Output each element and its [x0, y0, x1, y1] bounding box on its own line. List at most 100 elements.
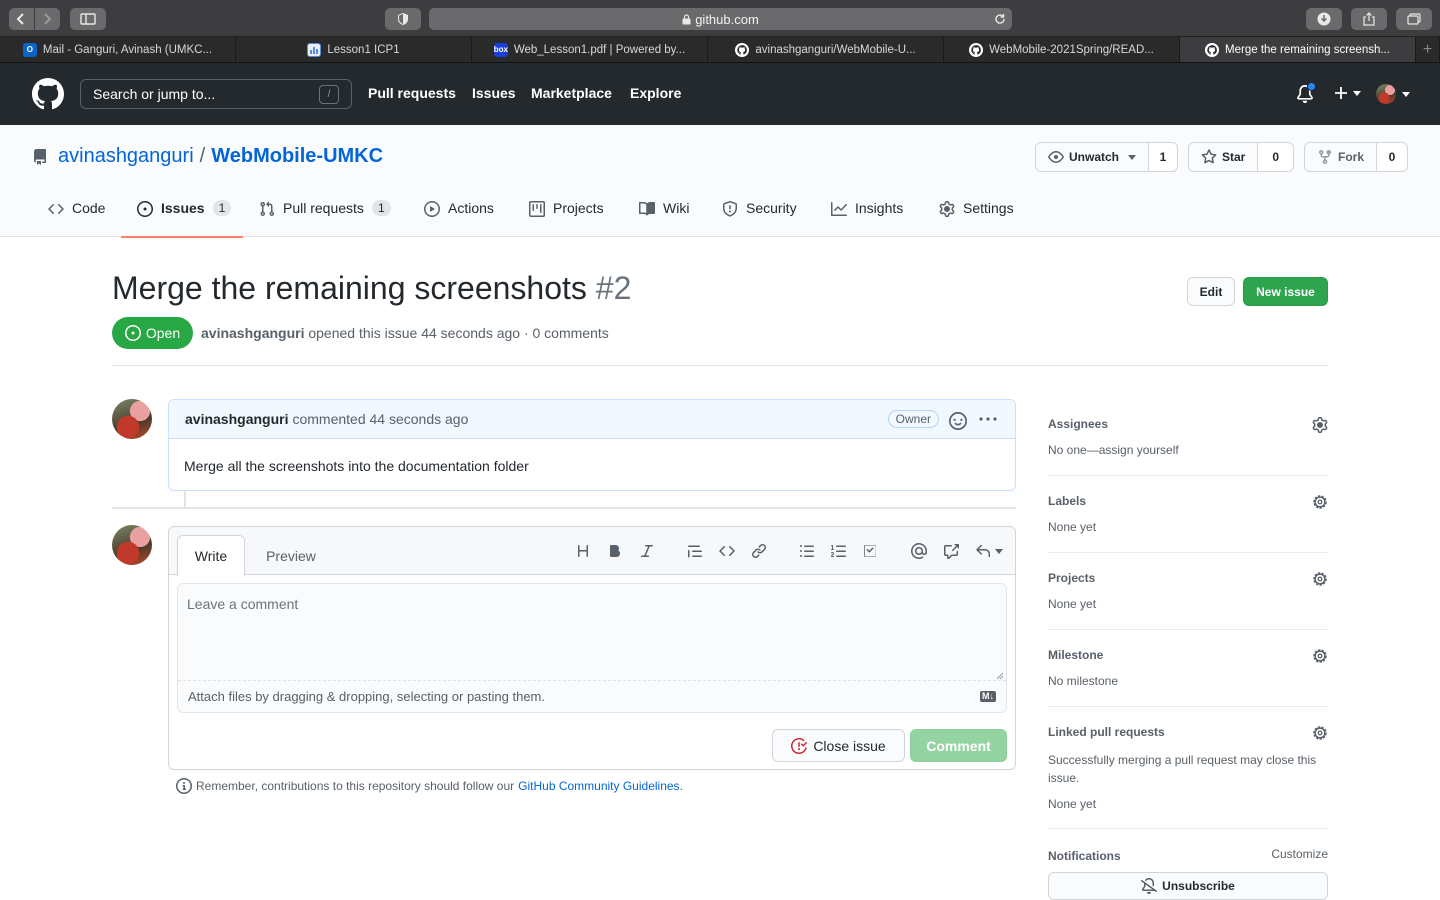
markdown-icon[interactable]: M↓ — [980, 691, 996, 702]
tab-label: Issues — [161, 200, 205, 216]
github-logo-icon[interactable] — [32, 78, 64, 110]
forward-button[interactable] — [34, 8, 60, 30]
unsubscribe-button[interactable]: Unsubscribe — [1048, 872, 1328, 900]
bold-icon — [610, 545, 621, 557]
reload-icon[interactable] — [994, 13, 1006, 25]
browser-tab-lesson1[interactable]: Lesson1 ICP1 — [236, 37, 472, 62]
mention-button[interactable] — [909, 541, 929, 561]
downloads-button[interactable] — [1306, 8, 1342, 30]
divider — [112, 365, 1328, 366]
sidebar-milestone: Milestone No milestone — [1048, 648, 1328, 707]
saved-replies-button[interactable] — [975, 541, 1003, 561]
gear-icon[interactable] — [1312, 571, 1328, 587]
sidebar-heading[interactable]: Assignees — [1048, 417, 1108, 431]
tab-write[interactable]: Write — [177, 535, 245, 576]
resize-handle-icon[interactable] — [996, 672, 1004, 680]
share-button[interactable] — [1351, 8, 1387, 30]
tab-code[interactable]: Code — [48, 200, 105, 238]
tasklist-icon — [864, 545, 876, 557]
numbered-list-button[interactable] — [829, 541, 849, 561]
nav-marketplace[interactable]: Marketplace — [531, 85, 612, 101]
bold-button[interactable] — [605, 541, 625, 561]
notifications-button[interactable] — [1296, 82, 1316, 103]
comment-time[interactable]: commented 44 seconds ago — [292, 411, 468, 427]
star-icon — [1201, 149, 1217, 164]
browser-tab-repo[interactable]: avinashganguri/WebMobile-U... — [708, 37, 944, 62]
sidebar-toggle-button[interactable] — [70, 8, 106, 30]
back-button[interactable] — [8, 8, 34, 30]
avatar[interactable] — [112, 399, 152, 439]
chevron-right-icon — [44, 13, 52, 25]
browser-tab-readme[interactable]: WebMobile-2021Spring/READ... — [944, 37, 1180, 62]
sidebar-heading[interactable]: Projects — [1048, 571, 1095, 585]
comment-textarea[interactable]: Leave a comment Attach files by dragging… — [177, 583, 1007, 713]
privacy-report-button[interactable] — [385, 8, 421, 30]
browser-tab-issue[interactable]: Merge the remaining screensh... — [1180, 37, 1416, 62]
tab-pull-requests[interactable]: Pull requests 1 — [259, 200, 391, 238]
create-new-menu[interactable] — [1333, 85, 1361, 101]
tab-wiki[interactable]: Wiki — [639, 200, 689, 238]
forks-count[interactable]: 0 — [1377, 143, 1407, 171]
author-link[interactable]: avinashganguri — [201, 325, 304, 341]
gear-icon[interactable] — [1312, 494, 1328, 510]
user-menu[interactable] — [1376, 84, 1410, 104]
fork-button[interactable]: Fork — [1305, 143, 1378, 171]
bulleted-list-button[interactable] — [797, 541, 817, 561]
smiley-icon[interactable] — [949, 412, 967, 430]
gear-icon[interactable] — [1312, 725, 1328, 741]
new-issue-button[interactable]: New issue — [1243, 277, 1328, 306]
watchers-count[interactable]: 1 — [1149, 143, 1177, 171]
repo-owner-link[interactable]: avinashganguri — [58, 145, 194, 168]
nav-issues[interactable]: Issues — [472, 85, 516, 101]
attach-files-area[interactable]: Attach files by dragging & dropping, sel… — [178, 680, 1006, 712]
breadcrumb-separator: / — [199, 145, 206, 167]
gear-icon[interactable] — [1312, 417, 1328, 433]
repo-name-link[interactable]: WebMobile-UMKC — [211, 145, 383, 168]
star-button[interactable]: Star — [1189, 143, 1259, 171]
kebab-horizontal-icon[interactable] — [979, 417, 997, 421]
tab-projects[interactable]: Projects — [529, 200, 604, 238]
close-issue-label: Close issue — [813, 737, 886, 754]
chart-icon — [307, 42, 322, 57]
comment-button[interactable]: Comment — [910, 729, 1007, 762]
community-guidelines-link[interactable]: GitHub Community Guidelines — [518, 779, 679, 793]
italic-button[interactable] — [637, 541, 657, 561]
tab-actions[interactable]: Actions — [424, 200, 494, 238]
tab-insights[interactable]: Insights — [831, 200, 903, 238]
customize-link[interactable]: Customize — [1271, 847, 1328, 861]
quote-button[interactable] — [685, 541, 705, 561]
tab-settings[interactable]: Settings — [939, 200, 1014, 238]
tab-security[interactable]: Security — [722, 200, 797, 238]
stars-count[interactable]: 0 — [1258, 143, 1293, 171]
nav-explore[interactable]: Explore — [630, 85, 681, 101]
tab-issues[interactable]: Issues 1 — [121, 200, 243, 238]
browser-tab-pdf[interactable]: box Web_Lesson1.pdf | Powered by... — [472, 37, 708, 62]
comment-author[interactable]: avinashganguri — [185, 411, 288, 427]
sidebar-heading[interactable]: Milestone — [1048, 648, 1103, 662]
tab-preview[interactable]: Preview — [253, 535, 329, 576]
assign-yourself-link[interactable]: No one—assign yourself — [1048, 443, 1179, 457]
code-button[interactable] — [717, 541, 737, 561]
sidebar-heading[interactable]: Linked pull requests — [1048, 725, 1165, 739]
tab-overview-button[interactable] — [1396, 8, 1432, 30]
new-tab-button[interactable]: + — [1416, 37, 1440, 62]
browser-tab-mail[interactable]: O Mail - Ganguri, Avinash (UMKC... — [0, 37, 236, 62]
search-input[interactable]: Search or jump to... / — [80, 79, 352, 109]
edit-button[interactable]: Edit — [1187, 277, 1235, 306]
sidebar-linked-pull-requests: Linked pull requests Successfully mergin… — [1048, 725, 1328, 829]
heading-button[interactable] — [573, 541, 593, 561]
task-list-button[interactable] — [861, 541, 881, 561]
sidebar-heading[interactable]: Labels — [1048, 494, 1086, 508]
milestone-value: No milestone — [1048, 674, 1119, 688]
caret-down-icon — [1128, 154, 1137, 160]
link-button[interactable] — [749, 541, 769, 561]
gear-icon[interactable] — [1312, 648, 1328, 664]
sidebar-heading: Notifications — [1048, 849, 1121, 863]
address-bar[interactable]: github.com — [429, 8, 1012, 30]
close-issue-button[interactable]: Close issue — [772, 729, 905, 762]
nav-pull-requests[interactable]: Pull requests — [368, 85, 456, 101]
slash-key-hint: / — [319, 84, 339, 104]
cross-reference-button[interactable] — [941, 541, 961, 561]
unwatch-button[interactable]: Unwatch — [1036, 143, 1150, 171]
play-icon — [424, 201, 440, 217]
